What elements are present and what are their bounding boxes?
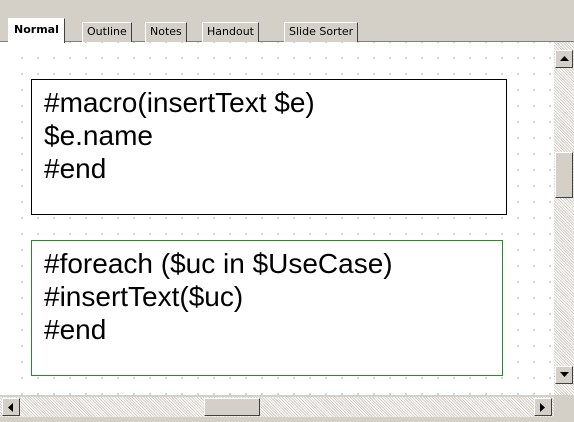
foreach-textbox[interactable]: #foreach ($uc in $UseCase) #insertText($… (31, 240, 503, 376)
textbox-line: #insertText($uc) (44, 281, 244, 312)
slide-canvas[interactable]: #macro(insertText $e) $e.name #end #fore… (8, 42, 554, 395)
scrollbar-corner (554, 395, 574, 422)
scroll-left-button[interactable] (2, 398, 20, 416)
arrow-right-icon (540, 402, 545, 412)
textbox-line: $e.name (44, 120, 153, 151)
vertical-scrollbar[interactable] (554, 42, 574, 395)
tab-outline[interactable]: Outline (82, 22, 132, 42)
macro-textbox[interactable]: #macro(insertText $e) $e.name #end (31, 79, 507, 215)
tab-notes[interactable]: Notes (145, 22, 187, 42)
scroll-down-button[interactable] (555, 366, 573, 384)
horizontal-scrollbar[interactable] (0, 395, 554, 422)
arrow-down-icon (559, 372, 569, 377)
arrow-up-icon (559, 56, 569, 61)
scroll-up-button[interactable] (555, 50, 573, 68)
scroll-right-button[interactable] (534, 398, 552, 416)
tab-slide-sorter[interactable]: Slide Sorter (284, 22, 359, 42)
textbox-line: #foreach ($uc in $UseCase) (44, 248, 393, 279)
horizontal-scroll-track[interactable] (0, 397, 554, 417)
arrow-left-icon (8, 402, 13, 412)
view-tab-strip: Normal Outline Notes Handout Slide Sorte… (0, 0, 574, 43)
textbox-line: #macro(insertText $e) (44, 87, 315, 118)
textbox-line: #end (44, 153, 107, 184)
tab-handout[interactable]: Handout (202, 22, 259, 42)
horizontal-scroll-thumb[interactable] (204, 398, 260, 416)
canvas-left-margin (0, 42, 8, 395)
textbox-line: #end (44, 314, 107, 345)
vertical-scroll-thumb[interactable] (555, 152, 573, 198)
tab-normal[interactable]: Normal (8, 18, 65, 43)
